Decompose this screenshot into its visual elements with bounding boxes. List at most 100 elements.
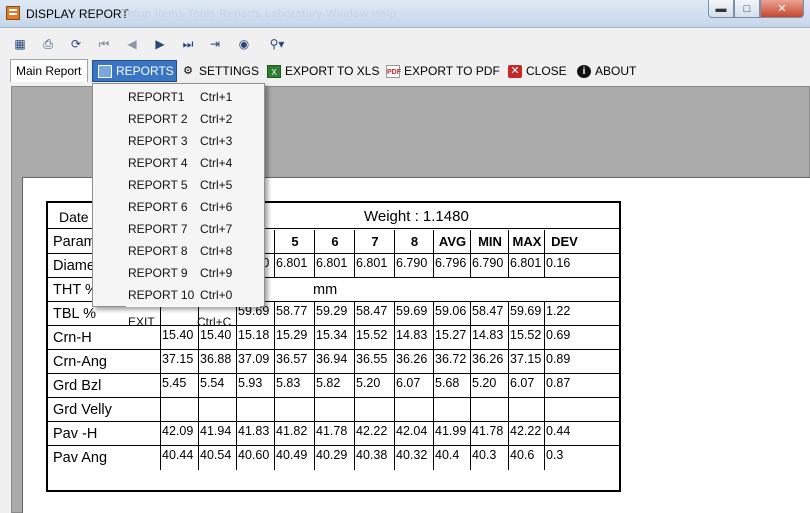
menu-about[interactable]: i ABOUT (577, 60, 636, 82)
reports-menu-item[interactable]: REPORT 8 Ctrl+8 (93, 239, 264, 261)
print-preview-icon[interactable]: ▦ (12, 36, 28, 52)
close-icon: ✕ (777, 3, 787, 15)
menu-item-shortcut: Ctrl+7 (200, 222, 233, 236)
table-row: Grd Bzl 5.45 5.54 5.93 5.83 5.82 5.20 6.07 5.68 5… (48, 374, 619, 398)
gear-icon: ⚙ (183, 64, 193, 77)
table-cell: 6.07 (508, 374, 544, 397)
close-window-button[interactable]: ✕ (760, 0, 804, 18)
excel-icon: X (267, 64, 281, 78)
table-cell: 15.52 (354, 326, 394, 349)
table-cell: 40.6 (508, 446, 544, 470)
refresh-icon[interactable]: ⟳ (68, 36, 84, 52)
menu-settings[interactable]: ⚙ SETTINGS (181, 60, 259, 82)
menu-reports[interactable]: REPORTS (92, 60, 177, 82)
row-label: Pav -H (53, 426, 98, 442)
table-cell: 0.44 (544, 422, 583, 445)
reports-menu-item[interactable]: REPORT 5 Ctrl+5 (93, 173, 264, 195)
reports-menu-item[interactable]: REPORT 10 Ctrl+0 (93, 283, 264, 305)
next-page-icon[interactable]: ▶ (152, 36, 168, 52)
table-cell: 42.09 (160, 422, 198, 445)
menu-item-label: REPORT 7 (128, 222, 188, 236)
reports-menu-item[interactable]: REPORT 3 Ctrl+3 (93, 129, 264, 151)
table-cell: 59.29 (314, 302, 354, 325)
reports-menu-item[interactable]: REPORT 7 Ctrl+7 (93, 217, 264, 239)
table-cell: 36.55 (354, 350, 394, 373)
export-icon[interactable]: ⇥ (207, 36, 223, 52)
zoom-dropdown-icon[interactable]: ⚲▾ (264, 36, 290, 52)
table-cell (394, 398, 433, 421)
table-cell: 40.49 (274, 446, 314, 470)
table-cell: 36.57 (274, 350, 314, 373)
table-cell: 5.68 (433, 374, 470, 397)
table-cell (198, 398, 236, 421)
table-cell: 14.83 (394, 326, 433, 349)
table-cell: 40.38 (354, 446, 394, 470)
table-cell: 6.790 (394, 254, 433, 277)
maximize-icon: □ (743, 2, 751, 15)
find-icon[interactable]: ◉ (236, 36, 252, 52)
maximize-button[interactable]: □ (734, 0, 760, 18)
menu-item-label: REPORT 8 (128, 244, 188, 258)
menu-item-shortcut: Ctrl+2 (200, 112, 233, 126)
date-label: Date (59, 209, 89, 225)
table-cell: 36.94 (314, 350, 354, 373)
table-cell: 42.04 (394, 422, 433, 445)
app-icon (6, 6, 20, 20)
table-cell: 5.54 (198, 374, 236, 397)
tab-main-report[interactable]: Main Report (10, 59, 88, 82)
reports-menu-item[interactable]: EXIT Ctrl+C (93, 310, 264, 332)
table-cell: 40.3 (470, 446, 508, 470)
table-cell: 0.69 (544, 326, 583, 349)
table-cell: 6.796 (433, 254, 470, 277)
info-icon: i (577, 64, 591, 78)
table-cell: 5.20 (354, 374, 394, 397)
table-cell (433, 398, 470, 421)
table-row: Pav Ang 40.44 40.54 40.60 40.49 40.29 40.38 40.… (48, 446, 619, 470)
last-page-icon[interactable]: ⏭ (180, 36, 196, 52)
table-cell (470, 398, 508, 421)
weight-label: Weight : 1.1480 (364, 208, 469, 225)
table-cell: 41.82 (274, 422, 314, 445)
row-label: Pav Ang (53, 450, 108, 466)
table-row: Grd Velly (48, 398, 619, 422)
minimize-button[interactable]: ▬ (708, 0, 734, 18)
menu-item-shortcut: Ctrl+9 (200, 266, 233, 280)
table-cell: 6.801 (354, 254, 394, 277)
menu-export-pdf[interactable]: PDF EXPORT TO PDF (386, 60, 500, 82)
table-cell: 15.27 (433, 326, 470, 349)
column-header: AVG (433, 230, 470, 253)
table-cell: 40.54 (198, 446, 236, 470)
prev-page-icon[interactable]: ◀ (124, 36, 140, 52)
menu-item-label: EXIT (128, 315, 155, 329)
menu-item-label: REPORT 3 (128, 134, 188, 148)
reports-menu-item[interactable]: REPORT 2 Ctrl+2 (93, 107, 264, 129)
reports-menu-item[interactable]: REPORT 6 Ctrl+6 (93, 195, 264, 217)
table-cell: 5.82 (314, 374, 354, 397)
table-cell: 40.44 (160, 446, 198, 470)
menu-close[interactable]: ✕ CLOSE (508, 60, 567, 82)
table-cell: 6.790 (470, 254, 508, 277)
table-cell: 36.88 (198, 350, 236, 373)
table-cell: 5.20 (470, 374, 508, 397)
menu-item-shortcut: Ctrl+4 (200, 156, 233, 170)
table-cell: 36.26 (470, 350, 508, 373)
print-icon[interactable]: ⎙ (40, 36, 56, 52)
table-cell: 42.22 (354, 422, 394, 445)
table-cell: 6.801 (274, 254, 314, 277)
menu-item-shortcut: Ctrl+8 (200, 244, 233, 258)
table-cell: 15.52 (508, 326, 544, 349)
table-cell: 41.78 (470, 422, 508, 445)
table-cell: 58.47 (470, 302, 508, 325)
column-header: DEV (544, 230, 583, 253)
table-cell: 5.45 (160, 374, 198, 397)
reports-menu-item[interactable]: REPORT 9 Ctrl+9 (93, 261, 264, 283)
table-cell: 6.801 (508, 254, 544, 277)
reports-menu-item[interactable]: REPORT1 Ctrl+1 (93, 85, 264, 107)
first-page-icon[interactable]: ⏮ (96, 36, 112, 52)
reports-menu-item[interactable]: REPORT 4 Ctrl+4 (93, 151, 264, 173)
menu-export-xls[interactable]: X EXPORT TO XLS (267, 60, 380, 82)
title-bar: DISPLAY REPORT Setup Items Tools Reports… (0, 0, 810, 28)
table-cell: 6.07 (394, 374, 433, 397)
table-cell: 37.09 (236, 350, 274, 373)
reports-icon (98, 64, 112, 78)
